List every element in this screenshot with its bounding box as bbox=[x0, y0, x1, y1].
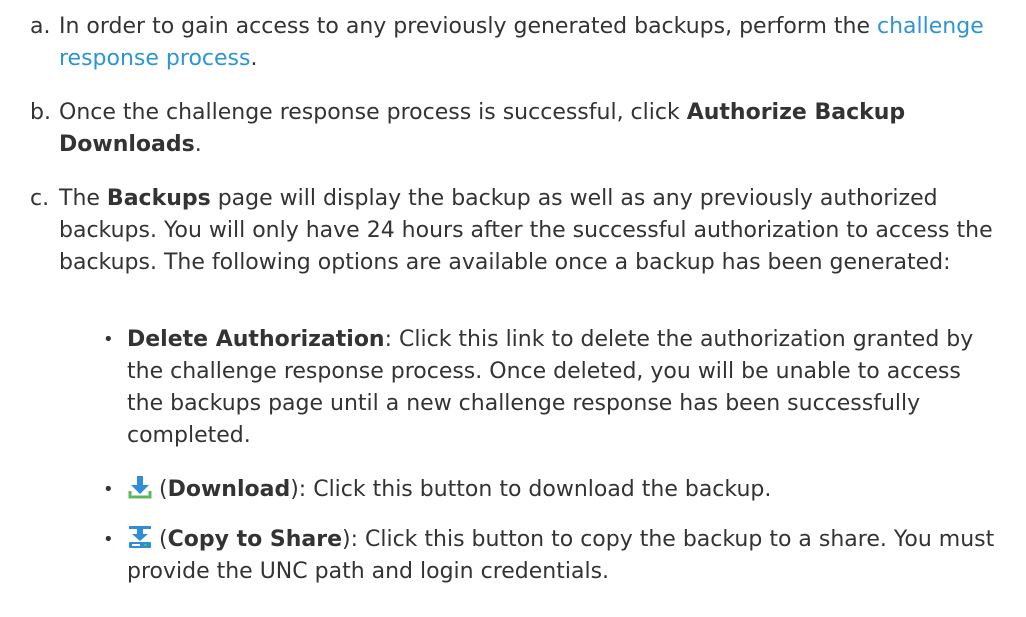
backups-label: Backups bbox=[106, 186, 211, 211]
download-icon[interactable] bbox=[127, 474, 153, 500]
option-delete-authorization-text: Delete Authorization: Click this link to… bbox=[127, 324, 1003, 452]
bullet-dot: • bbox=[103, 329, 114, 350]
step-a-text-after: . bbox=[250, 46, 258, 71]
download-description: ): Click this button to download the bac… bbox=[290, 477, 772, 502]
step-marker-b: b. bbox=[30, 100, 51, 125]
bullet-dot: • bbox=[103, 479, 114, 500]
download-label: Download bbox=[167, 477, 291, 502]
step-marker-a: a. bbox=[30, 14, 51, 39]
paren-open: ( bbox=[159, 527, 168, 552]
paren-open: ( bbox=[159, 477, 168, 502]
step-a-text-before: In order to gain access to any previousl… bbox=[59, 14, 871, 39]
option-download-text: (Download): Click this button to downloa… bbox=[127, 474, 1003, 506]
delete-authorization-label: Delete Authorization bbox=[127, 327, 385, 352]
step-b-text: Once the challenge response process is s… bbox=[59, 97, 1020, 161]
option-copy-to-share-text: (Copy to Share): Click this button to co… bbox=[127, 524, 1003, 588]
step-c-text-before: The bbox=[59, 186, 100, 211]
step-b-text-after: . bbox=[194, 132, 202, 157]
step-b-text-before: Once the challenge response process is s… bbox=[59, 100, 680, 125]
copy-to-share-label: Copy to Share bbox=[167, 527, 343, 552]
bullet-dot: • bbox=[103, 529, 114, 550]
step-marker-c: c. bbox=[30, 186, 50, 211]
step-c-text: The Backups page will display the backup… bbox=[59, 183, 1020, 279]
step-a-text: In order to gain access to any previousl… bbox=[59, 11, 1020, 75]
copy-to-share-icon[interactable] bbox=[127, 524, 153, 550]
